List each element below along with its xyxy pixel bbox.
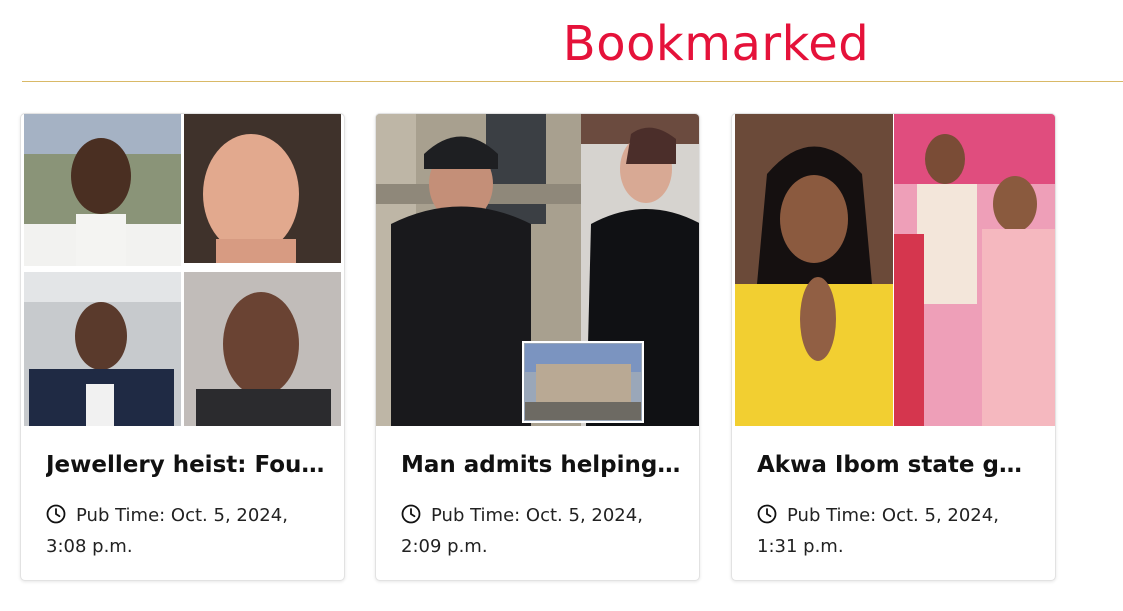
title-divider (22, 81, 1123, 82)
news-card[interactable]: Man admits helping w... Pub Time: Oct. 5… (375, 113, 700, 581)
news-card[interactable]: Jewellery heist: Four S... Pub Time: Oct… (20, 113, 345, 581)
publish-date-label: Pub Time: Oct. 5, 2024, (787, 505, 999, 526)
thumbnail-collage-image (21, 114, 344, 426)
thumbnail-photo-image (732, 114, 1055, 426)
publish-time-value: 3:08 p.m. (46, 536, 133, 557)
publish-time-value: 1:31 p.m. (757, 536, 844, 557)
news-thumbnail[interactable] (21, 114, 344, 426)
thumbnail-photo-image (376, 114, 699, 426)
publish-time: Pub Time: Oct. 5, 2024, 1:31 p.m. (757, 500, 1037, 562)
publish-time-value: 2:09 p.m. (401, 536, 488, 557)
publish-date-label: Pub Time: Oct. 5, 2024, (76, 505, 288, 526)
news-thumbnail[interactable] (376, 114, 699, 426)
publish-date-label: Pub Time: Oct. 5, 2024, (431, 505, 643, 526)
card-title[interactable]: Man admits helping w... (401, 450, 681, 480)
news-thumbnail[interactable] (732, 114, 1055, 426)
bookmarks-page: Bookmarked Jewellery heist: Four Pub Tim… (0, 0, 1123, 611)
clock-icon (401, 504, 421, 524)
card-title[interactable]: Akwa Ibom state gov ... (757, 450, 1037, 480)
page-title: Bookmarked (562, 16, 870, 72)
publish-time: Pub Time: Oct. 5, 2024, 3:08 p.m. (46, 500, 326, 562)
news-card[interactable]: Akwa Ibom state gov ... Pub Time: Oct. 5… (731, 113, 1056, 581)
clock-icon (757, 504, 777, 524)
publish-time: Pub Time: Oct. 5, 2024, 2:09 p.m. (401, 500, 681, 562)
clock-icon (46, 504, 66, 524)
card-title[interactable]: Jewellery heist: Four S... (46, 450, 326, 480)
